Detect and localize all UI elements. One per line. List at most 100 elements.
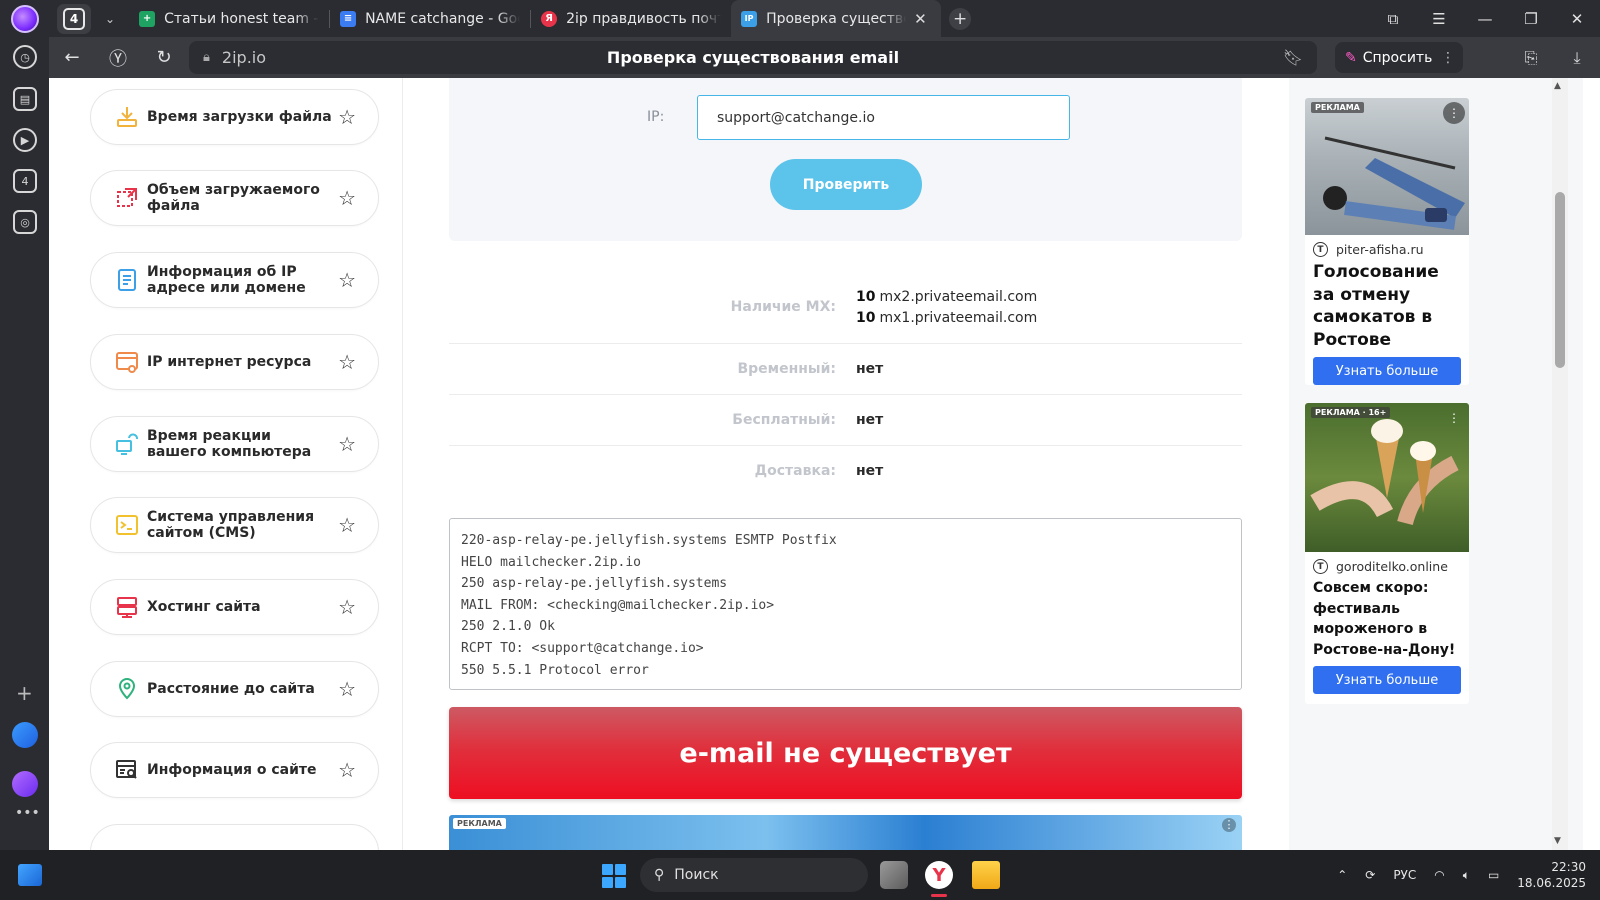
more-vertical-icon[interactable]: ⋮ — [1443, 102, 1465, 124]
email-check-form: IP: Проверить — [449, 78, 1242, 241]
ad-source: T piter-afisha.ru — [1305, 235, 1469, 259]
address-bar-tools: ⎘ ⤓ — [1508, 37, 1600, 78]
tools-sidebar: Время загрузки файла ☆ Объем загружаемог… — [66, 78, 403, 850]
start-button[interactable] — [602, 864, 626, 888]
main-content: IP: Проверить Наличие MX: 10mx2.privatee… — [403, 78, 1289, 850]
close-icon[interactable]: ✕ — [914, 10, 927, 28]
language-indicator[interactable]: РУС — [1393, 868, 1416, 882]
star-icon[interactable]: ☆ — [338, 513, 356, 537]
screenshot-icon[interactable]: ◎ — [13, 210, 37, 234]
nav-card-upload-size[interactable]: Объем загружаемого файла ☆ — [90, 170, 379, 226]
close-window-icon[interactable]: ✕ — [1554, 10, 1600, 28]
messenger-icon[interactable] — [12, 722, 38, 748]
collections-icon[interactable]: ▤ — [13, 87, 37, 111]
document-list-icon — [118, 269, 136, 291]
tab-item[interactable]: ≡ NAME catchange - Google — [330, 0, 530, 37]
ad-card[interactable]: РЕКЛАМА ⋮ T piter-afisha.ru Голосование … — [1305, 98, 1469, 385]
tabs-count-icon[interactable]: 4 — [13, 169, 37, 193]
restore-icon[interactable]: ❐ — [1508, 10, 1554, 28]
translate-icon[interactable]: ⎘ — [1508, 48, 1554, 68]
star-icon[interactable]: ☆ — [338, 268, 356, 292]
ask-ai-button[interactable]: ✎ Спросить ⋮ — [1335, 42, 1463, 73]
star-icon[interactable]: ☆ — [338, 432, 356, 456]
ad-tag: РЕКЛАМА — [1311, 102, 1364, 113]
chevron-down-icon[interactable]: ⌄ — [105, 12, 115, 26]
history-icon[interactable]: ◷ — [13, 45, 37, 69]
nav-card-distance[interactable]: Расстояние до сайта ☆ — [90, 661, 379, 717]
volume-icon[interactable]: 🔈︎ — [1463, 868, 1470, 883]
star-icon[interactable]: ☆ — [338, 350, 356, 374]
nav-card-site-info[interactable]: Информация о сайте ☆ — [90, 742, 379, 798]
widgets-icon[interactable] — [18, 864, 42, 886]
reload-icon[interactable]: ↻ — [141, 47, 187, 68]
more-vertical-icon[interactable]: ⋮ — [1441, 50, 1455, 66]
sync-icon[interactable]: ⟳ — [1365, 868, 1375, 882]
log-line: 550 5.5.1 Protocol error — [461, 662, 649, 678]
ad-cta-button[interactable]: Узнать больше — [1313, 357, 1461, 385]
ad-source-label: goroditelko.online — [1336, 559, 1448, 574]
alice-icon[interactable] — [12, 771, 38, 797]
nav-card-partial[interactable] — [90, 824, 379, 850]
tab-item[interactable]: Я 2ip правдивость почты — — [531, 0, 731, 37]
tab-item[interactable]: + Статьи honest team - Goo — [129, 0, 329, 37]
url-field[interactable]: 🔒︎ 2ip.io Проверка существования email 🔖… — [189, 41, 1317, 74]
scroll-thumb[interactable] — [1555, 192, 1565, 368]
resize-arrows-icon — [117, 188, 137, 207]
ad-tag: РЕКЛАМА — [453, 818, 506, 829]
log-line: RCPT TO: <support@catchange.io> — [461, 640, 704, 656]
taskbar-search[interactable]: ⚲ Поиск — [640, 858, 868, 892]
nav-card-ip-info[interactable]: Информация об IP адресе или домене ☆ — [90, 252, 379, 308]
battery-icon[interactable]: ▭ — [1488, 868, 1499, 882]
nav-card-cms[interactable]: Система управления сайтом (CMS) ☆ — [90, 497, 379, 553]
nav-card-reaction-time[interactable]: Время реакции вашего компьютера ☆ — [90, 416, 379, 472]
ad-tag: РЕКЛАМА · 16+ — [1311, 407, 1391, 418]
tab-item-active[interactable]: IP Проверка существования ✕ — [731, 0, 942, 37]
video-icon[interactable]: ▶ — [13, 128, 37, 152]
more-vertical-icon[interactable]: ⋮ — [1443, 407, 1465, 429]
back-icon[interactable]: ← — [49, 47, 95, 68]
nav-card-resource-ip[interactable]: IP интернет ресурса ☆ — [90, 334, 379, 390]
star-icon[interactable]: ☆ — [338, 105, 356, 129]
browser-sidebar: ◷ ▤ ▶ 4 ◎ + ••• — [0, 37, 49, 850]
nav-card-label: Объем загружаемого файла — [147, 182, 320, 214]
profile-avatar[interactable] — [11, 4, 39, 33]
minimize-icon[interactable]: — — [1462, 10, 1508, 28]
nav-card-hosting[interactable]: Хостинг сайта ☆ — [90, 579, 379, 635]
more-vertical-icon[interactable]: ⋮ — [1222, 818, 1236, 832]
new-tab-button[interactable]: + — [949, 7, 972, 30]
star-icon[interactable]: ☆ — [338, 758, 356, 782]
tab-manager-icon[interactable]: ⧉ — [1370, 10, 1416, 28]
yandex-home-icon[interactable]: Ⓨ — [95, 45, 141, 71]
clock[interactable]: 22:30 18.06.2025 — [1517, 859, 1586, 891]
star-icon[interactable]: ☆ — [338, 677, 356, 701]
scroll-down-icon[interactable]: ▼ — [1554, 836, 1561, 846]
sparkle-icon: ✎ — [1345, 49, 1357, 66]
ad-cta-button[interactable]: Узнать больше — [1313, 666, 1461, 694]
nav-card-file-download-time[interactable]: Время загрузки файла ☆ — [90, 89, 379, 145]
task-view-icon[interactable] — [880, 861, 908, 889]
page-scrollbar[interactable]: ▲ ▼ — [1552, 78, 1568, 850]
check-button[interactable]: Проверить — [770, 159, 922, 210]
file-explorer-icon[interactable] — [972, 861, 1000, 889]
chevron-up-icon[interactable]: ⌃ — [1337, 868, 1347, 882]
menu-icon[interactable]: ☰ — [1416, 10, 1462, 28]
scroll-up-icon[interactable]: ▲ — [1554, 81, 1561, 91]
more-icon[interactable]: ••• — [15, 805, 40, 821]
star-icon[interactable]: ☆ — [338, 595, 356, 619]
bottom-ad-banner[interactable]: РЕКЛАМА ⋮ — [449, 815, 1242, 850]
downloads-icon[interactable]: ⤓ — [1554, 48, 1600, 68]
email-input[interactable] — [697, 95, 1070, 140]
map-pin-icon — [118, 678, 136, 700]
bookmark-icon[interactable]: 🔖︎ — [1283, 48, 1303, 67]
tab-label: Проверка существования — [766, 10, 906, 27]
tab-count-button[interactable]: 4 — [57, 3, 91, 34]
ad-card[interactable]: РЕКЛАМА · 16+ ⋮ T goroditelko.online Сов… — [1305, 403, 1469, 704]
log-line: 250 2.1.0 Ok — [461, 619, 555, 635]
star-icon[interactable]: ☆ — [338, 186, 356, 210]
ad-title: Совсем скоро: фестиваль мороженого в Рос… — [1313, 580, 1456, 658]
add-panel-icon[interactable]: + — [16, 681, 33, 705]
wifi-icon[interactable]: ◠ — [1434, 868, 1444, 882]
sheets-icon: + — [139, 10, 156, 27]
page-title: Проверка существования email — [606, 48, 900, 67]
yandex-browser-icon[interactable]: Y — [925, 861, 953, 889]
